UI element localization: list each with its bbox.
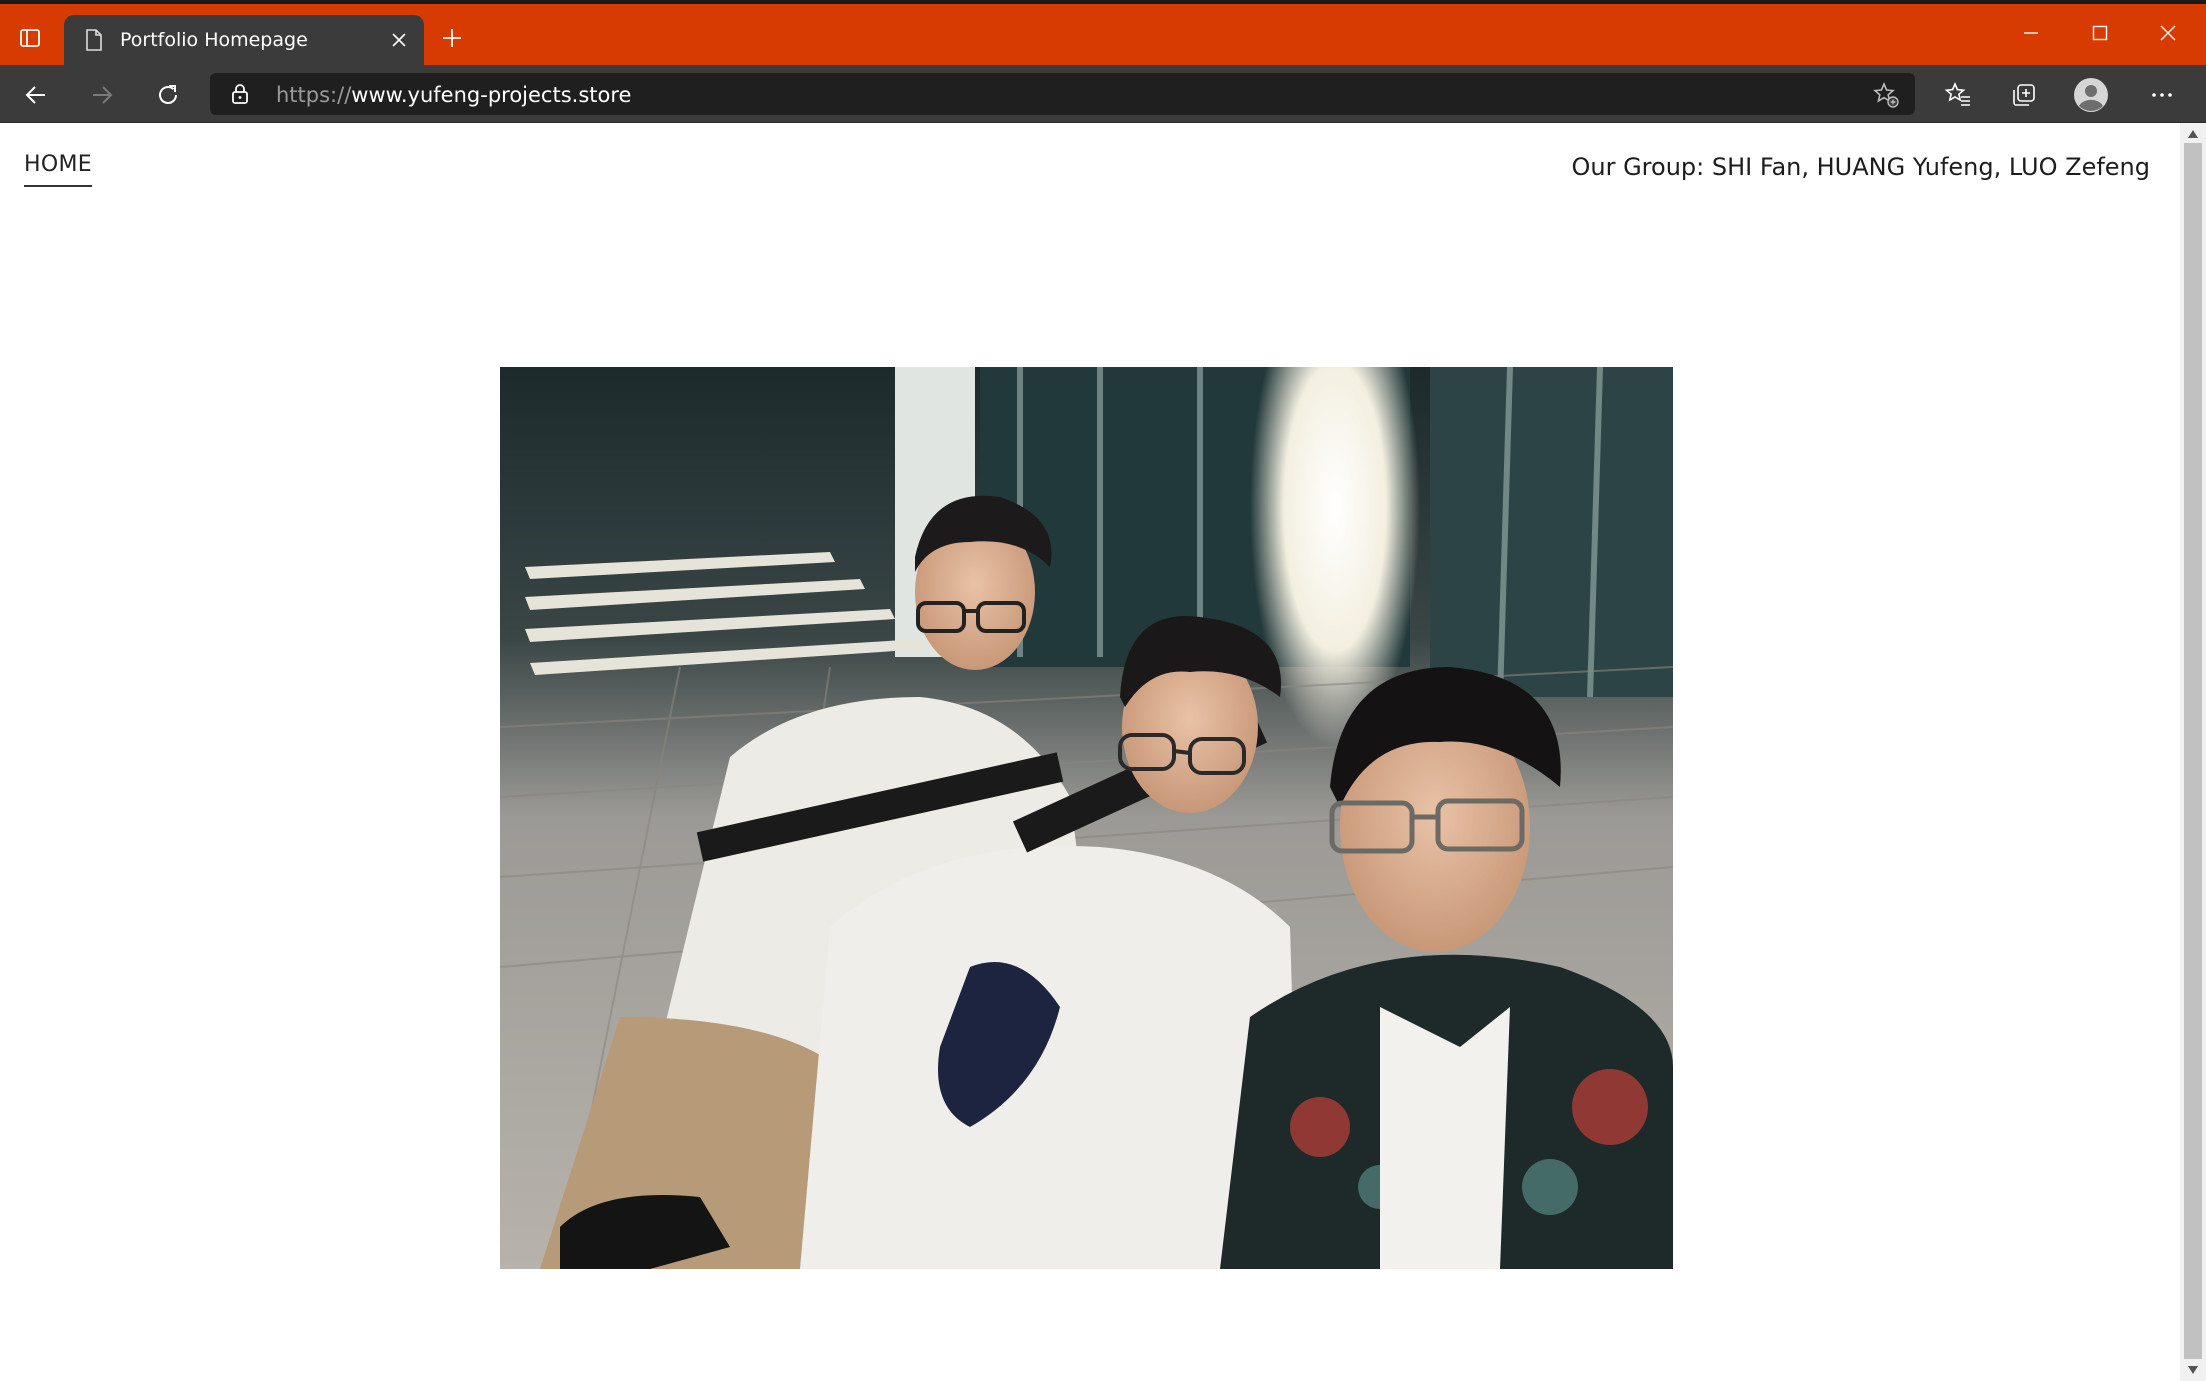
- scroll-thumb[interactable]: [2184, 143, 2202, 1359]
- browser-toolbar: https://www.yufeng-projects.store: [0, 65, 2206, 123]
- maximize-icon[interactable]: [2075, 14, 2125, 52]
- arrow-left-icon[interactable]: [18, 77, 54, 113]
- scroll-down-icon[interactable]: [2186, 1363, 2200, 1377]
- url-protocol: https://: [276, 83, 352, 107]
- more-icon[interactable]: [2144, 77, 2180, 113]
- arrow-right-icon[interactable]: [84, 77, 120, 113]
- tab-title: Portfolio Homepage: [120, 29, 308, 51]
- minimize-icon[interactable]: [2006, 14, 2056, 52]
- active-tab[interactable]: Portfolio Homepage: [64, 15, 424, 65]
- tab-actions-icon[interactable]: [14, 22, 46, 54]
- page-scrollbar[interactable]: [2180, 123, 2206, 1381]
- group-photo: [500, 367, 1673, 1269]
- close-icon[interactable]: [386, 27, 412, 53]
- star-plus-icon[interactable]: [1870, 80, 1902, 110]
- address-bar[interactable]: https://www.yufeng-projects.store: [210, 73, 1915, 115]
- lock-icon[interactable]: [230, 83, 250, 110]
- collections-icon[interactable]: [2006, 77, 2042, 113]
- page-content: HOME Our Group: SHI Fan, HUANG Yufeng, L…: [0, 123, 2180, 1381]
- taskbar-strip: [0, 0, 2206, 4]
- url-text[interactable]: https://www.yufeng-projects.store: [276, 83, 631, 107]
- profile-icon[interactable]: [2073, 77, 2109, 113]
- favorites-icon[interactable]: [1940, 77, 1976, 113]
- refresh-icon[interactable]: [150, 77, 186, 113]
- url-host: www.yufeng-projects.store: [351, 83, 632, 107]
- browser-titlebar: Portfolio Homepage: [0, 0, 2206, 65]
- close-window-icon[interactable]: [2143, 14, 2193, 52]
- scroll-up-icon[interactable]: [2186, 127, 2200, 141]
- group-members-text: Our Group: SHI Fan, HUANG Yufeng, LUO Ze…: [1571, 153, 2150, 181]
- nav-home-link[interactable]: HOME: [24, 152, 92, 187]
- page-icon: [84, 28, 104, 57]
- plus-icon[interactable]: [436, 22, 468, 54]
